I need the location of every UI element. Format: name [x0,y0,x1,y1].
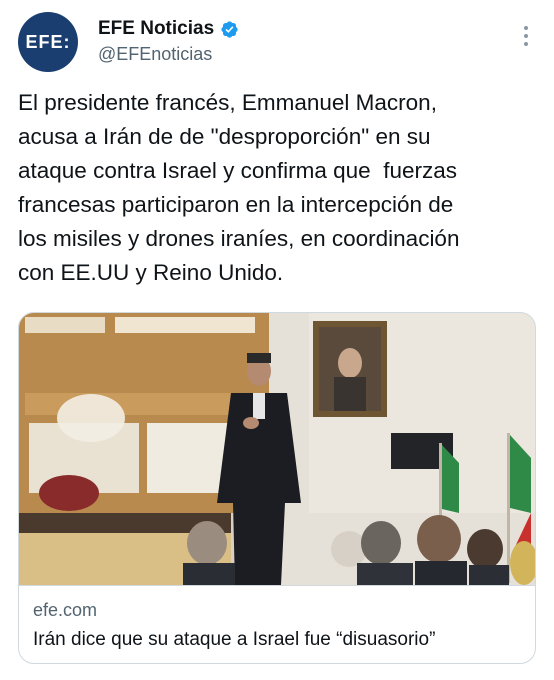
avatar[interactable]: EFE: [18,12,78,72]
card-photo [19,313,535,585]
author-names: EFE Noticias @EFEnoticias [98,18,239,65]
card-domain: efe.com [33,600,98,620]
card-footer[interactable]: efe.com Irán dice que su ataque a Israel… [19,585,535,663]
verified-badge-icon [221,20,238,38]
tweet-header: EFE: EFE Noticias @EFEnoticias [18,12,536,72]
tweet-text: El presidente francés, Emmanuel Macron, … [18,90,460,285]
display-name-row: EFE Noticias [98,18,239,40]
more-options-icon[interactable] [516,24,536,48]
card-image[interactable] [19,313,535,585]
card-title[interactable]: Irán dice que su ataque a Israel fue “di… [33,629,523,651]
link-card[interactable]: efe.com Irán dice que su ataque a Israel… [18,312,536,664]
handle[interactable]: @EFEnoticias [98,44,239,65]
display-name[interactable]: EFE Noticias [98,18,214,40]
avatar-logo-text: EFE: [25,31,71,52]
